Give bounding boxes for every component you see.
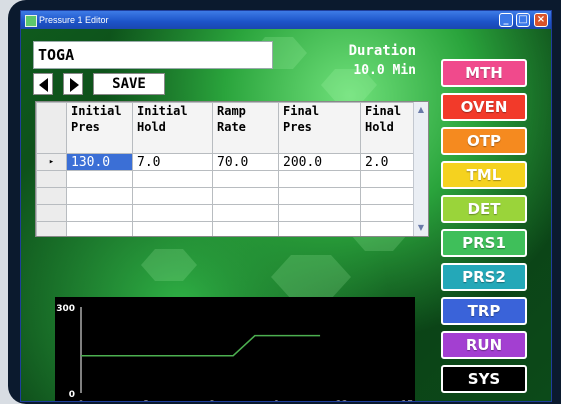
sidebar-button-prs1[interactable]: PRS1 — [441, 229, 527, 257]
scroll-up-icon[interactable]: ▲ — [416, 104, 426, 116]
table-cell[interactable] — [212, 187, 279, 205]
x-tick-label: 3 — [143, 400, 149, 402]
column-header-line: Initial — [71, 104, 122, 118]
y-tick-label: 0 — [69, 390, 75, 400]
app-icon — [25, 15, 37, 27]
table-cell[interactable] — [212, 221, 279, 236]
method-name-field[interactable]: TOGA — [33, 41, 273, 69]
window-title: Pressure 1 Editor — [39, 15, 109, 25]
table-row[interactable] — [36, 221, 415, 236]
current-row-marker: ▸ — [36, 153, 67, 171]
table-cell-final-pres[interactable]: 200.0 — [278, 153, 361, 171]
column-header[interactable]: Final Hold — [360, 102, 415, 154]
x-tick-label: 12 — [336, 400, 349, 402]
sidebar-button-sys[interactable]: SYS — [441, 365, 527, 393]
table-cell-initial-pres[interactable]: 130.0 — [66, 153, 133, 171]
row-header — [36, 170, 67, 188]
column-header-line: Hold — [137, 120, 166, 134]
scroll-down-icon[interactable]: ▼ — [416, 222, 426, 234]
table-cell[interactable] — [132, 221, 213, 236]
x-tick-label: 6 — [208, 400, 214, 402]
previous-button[interactable] — [33, 73, 53, 95]
next-button[interactable] — [63, 73, 83, 95]
column-header-line: Ramp — [217, 104, 246, 118]
background-hex — [271, 255, 351, 299]
pressure-series-line — [81, 334, 321, 357]
table-cell[interactable] — [66, 170, 133, 188]
column-header[interactable]: Ramp Rate — [212, 102, 279, 154]
table-cell[interactable] — [212, 204, 279, 222]
table-row[interactable] — [36, 187, 415, 205]
table-row[interactable]: ▸ 130.0 7.0 70.0 200.0 2.0 — [36, 153, 415, 171]
x-tick-label: 0 — [78, 400, 84, 402]
column-header-line: Hold — [365, 120, 394, 134]
row-header — [36, 187, 67, 205]
table-cell[interactable] — [66, 221, 133, 236]
x-tick-label: 15 — [401, 400, 414, 402]
table-cell[interactable] — [360, 221, 415, 236]
row-header — [36, 221, 67, 236]
column-header-line: Initial — [137, 104, 188, 118]
sidebar-button-run[interactable]: RUN — [441, 331, 527, 359]
duration-value: 10.0 Min — [353, 63, 416, 78]
title-bar[interactable]: Pressure 1 Editor _ □ × — [21, 11, 551, 29]
x-tick-label: 9 — [273, 400, 279, 402]
pressure-profile-svg: 0 300 0 3 6 9 12 15 — [56, 304, 414, 402]
sidebar-button-trp[interactable]: TRP — [441, 297, 527, 325]
sidebar-button-det[interactable]: DET — [441, 195, 527, 223]
duration-label: Duration — [348, 43, 416, 59]
module-sidebar: MTH OVEN OTP TML DET PRS1 PRS2 TRP RUN SYS — [435, 53, 533, 401]
save-button[interactable]: SAVE — [93, 73, 165, 95]
table-cell[interactable] — [66, 204, 133, 222]
y-tick-label: 300 — [56, 304, 75, 314]
sidebar-button-tml[interactable]: TML — [441, 161, 527, 189]
table-cell[interactable] — [132, 170, 213, 188]
table-cell[interactable] — [132, 204, 213, 222]
table-row[interactable] — [36, 204, 415, 222]
pressure-program-table: Initial Pres Initial Hold Ramp Rate Final Pr… — [35, 101, 429, 237]
table-cell[interactable] — [360, 204, 415, 222]
table-cell-initial-hold[interactable]: 7.0 — [132, 153, 213, 171]
table-vertical-scrollbar[interactable]: ▲ ▼ — [413, 102, 428, 236]
table-cell[interactable] — [278, 204, 361, 222]
table-cell[interactable] — [278, 187, 361, 205]
table-cell-ramp-rate[interactable]: 70.0 — [212, 153, 279, 171]
table-cell-final-hold[interactable]: 2.0 — [360, 153, 415, 171]
table-cell[interactable] — [212, 170, 279, 188]
editor-client-area: TOGA SAVE Duration 10.0 Min Initial Pres … — [21, 29, 551, 401]
row-header-corner — [36, 102, 67, 154]
row-header — [36, 204, 67, 222]
table-cell[interactable] — [278, 170, 361, 188]
minimize-button[interactable]: _ — [499, 13, 513, 27]
table-cell[interactable] — [66, 187, 133, 205]
table-cell[interactable] — [360, 187, 415, 205]
table-cell[interactable] — [132, 187, 213, 205]
background-hex — [141, 249, 197, 281]
arrow-right-icon — [70, 78, 79, 92]
column-header[interactable]: Initial Hold — [132, 102, 213, 154]
column-header-line: Pres — [71, 120, 100, 134]
arrow-left-icon — [39, 78, 48, 92]
sidebar-button-oven[interactable]: OVEN — [441, 93, 527, 121]
pressure-editor-window: Pressure 1 Editor _ □ × TOGA SAVE Durati… — [20, 10, 552, 402]
column-header-line: Final — [365, 104, 402, 118]
table-cell[interactable] — [360, 170, 415, 188]
column-header-line: Rate — [217, 120, 246, 134]
sidebar-button-prs2[interactable]: PRS2 — [441, 263, 527, 291]
close-button[interactable]: × — [534, 13, 548, 27]
column-header-line: Pres — [283, 120, 312, 134]
table-cell[interactable] — [278, 221, 361, 236]
pressure-profile-chart: 0 300 0 3 6 9 12 15 — [55, 297, 415, 402]
column-header[interactable]: Initial Pres — [66, 102, 133, 154]
sidebar-button-otp[interactable]: OTP — [441, 127, 527, 155]
column-header[interactable]: Final Pres — [278, 102, 361, 154]
maximize-button[interactable]: □ — [516, 13, 530, 27]
table-row[interactable] — [36, 170, 415, 188]
sidebar-button-mth[interactable]: MTH — [441, 59, 527, 87]
column-header-line: Final — [283, 104, 320, 118]
